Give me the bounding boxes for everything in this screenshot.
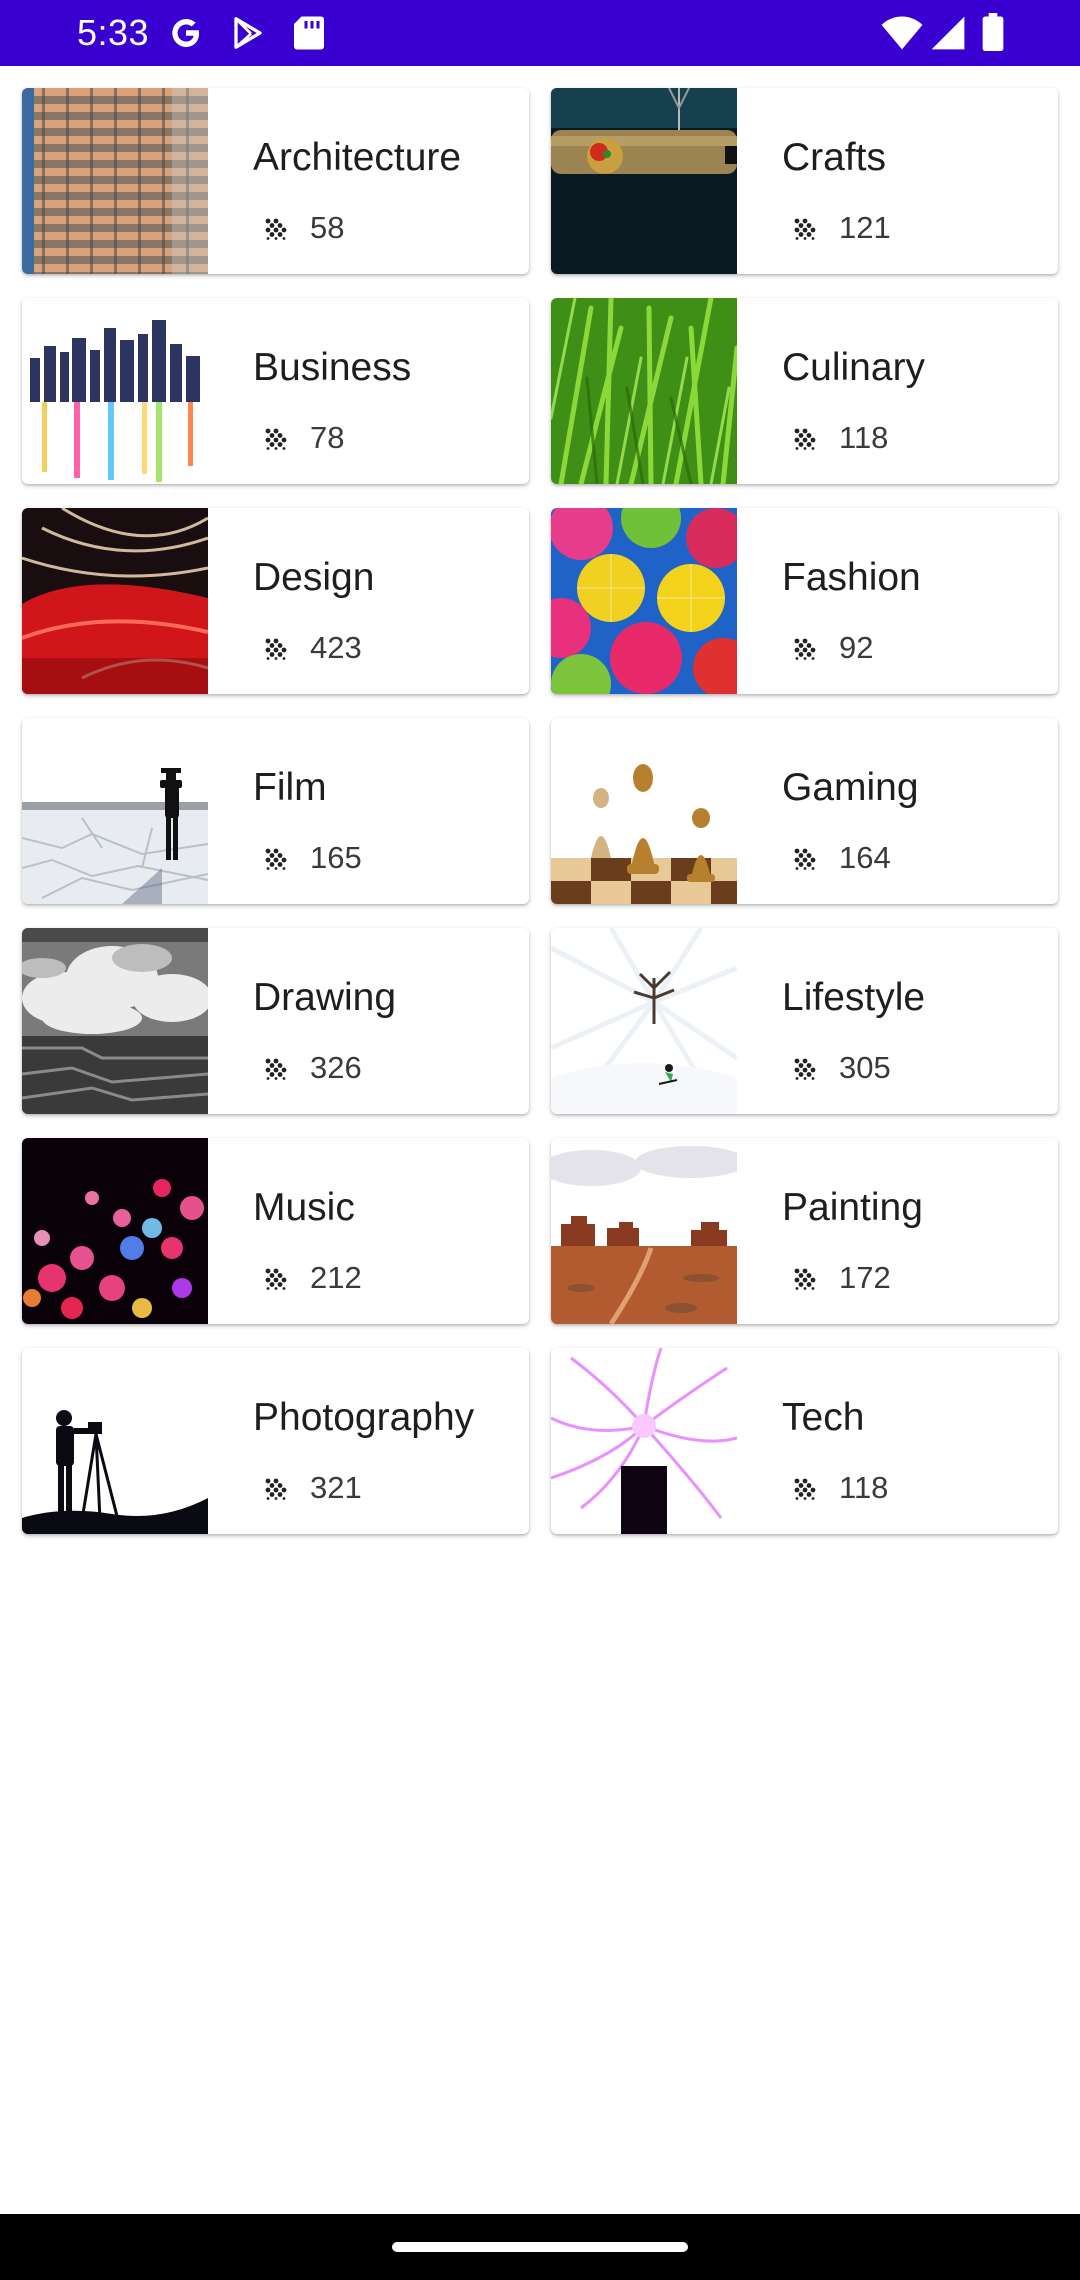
topic-count: 118 [839,1470,889,1505]
topic-count: 118 [839,420,889,455]
grain-icon [265,848,287,875]
topic-card-drawing[interactable]: Drawing 326 [22,928,529,1114]
grain-icon [794,1268,816,1295]
topic-title: Drawing [253,976,397,1019]
wifi-icon [880,15,924,56]
cellular-signal-icon [930,15,966,56]
topic-count: 78 [310,420,345,455]
topic-card-design[interactable]: Design 423 [22,508,529,694]
topic-count: 172 [839,1260,891,1295]
topic-title: Business [253,346,412,389]
topic-thumbnail [22,508,208,694]
topic-thumbnail [22,1348,208,1534]
topic-count: 423 [310,630,362,665]
grain-icon [794,428,816,455]
topic-title: Fashion [782,556,921,599]
topic-title: Design [253,556,375,599]
grain-icon [265,638,287,665]
topic-card-film[interactable]: Film 165 [22,718,529,904]
topic-card-fashion[interactable]: Fashion 92 [551,508,1058,694]
grain-icon [265,428,287,455]
topic-thumbnail [551,928,737,1114]
grain-icon [265,1268,287,1295]
topic-card-lifestyle[interactable]: Lifestyle 305 [551,928,1058,1114]
topic-title: Tech [782,1396,865,1439]
grain-icon [794,638,816,665]
topic-card-gaming[interactable]: Gaming 164 [551,718,1058,904]
topic-title: Architecture [253,136,462,179]
topic-card-architecture[interactable]: Architecture 58 [22,88,529,274]
topic-card-photography[interactable]: Photography 321 [22,1348,529,1534]
grain-icon [794,848,816,875]
grain-icon [265,218,287,245]
topic-count: 165 [310,840,362,875]
grain-icon [265,1478,287,1505]
topic-title: Music [253,1186,355,1229]
topic-title: Photography [253,1396,475,1439]
topic-count: 92 [839,630,874,665]
topic-thumbnail [551,508,737,694]
topic-thumbnail [551,1138,737,1324]
topic-title: Crafts [782,136,887,179]
topic-count: 58 [310,210,345,245]
topic-card-painting[interactable]: Painting 172 [551,1138,1058,1324]
topic-card-tech[interactable]: Tech 118 [551,1348,1058,1534]
topic-card-business[interactable]: Business 78 [22,298,529,484]
battery-icon [982,13,1004,56]
topic-count: 121 [839,210,891,245]
topic-thumbnail [22,1138,208,1324]
status-bar: 5:33 [0,0,1080,66]
status-time: 5:33 [77,12,150,53]
navigation-bar [0,2214,1080,2280]
topic-title: Film [253,766,327,809]
topic-thumbnail [551,298,737,484]
topic-title: Lifestyle [782,976,926,1019]
topic-thumbnail [22,718,208,904]
topic-thumbnail [22,928,208,1114]
topic-title: Gaming [782,766,919,809]
topic-thumbnail [551,1348,737,1534]
topic-count: 321 [310,1470,362,1505]
topic-title: Culinary [782,346,926,389]
grain-icon [794,1478,816,1505]
topic-thumbnail [551,88,737,274]
topic-count: 164 [839,840,891,875]
topic-card-culinary[interactable]: Culinary 118 [551,298,1058,484]
topic-card-crafts[interactable]: Crafts 121 [551,88,1058,274]
grain-icon [794,1058,816,1085]
google-g-icon [168,15,204,56]
sd-card-icon [292,15,326,56]
topic-thumbnail [22,88,208,274]
grain-icon [265,1058,287,1085]
topic-thumbnail [22,298,208,484]
grain-icon [794,218,816,245]
home-gesture-handle[interactable] [392,2242,688,2252]
topic-count: 212 [310,1260,362,1295]
topic-card-music[interactable]: Music 212 [22,1138,529,1324]
topic-thumbnail [551,718,737,904]
topic-count: 305 [839,1050,891,1085]
topic-title: Painting [782,1186,923,1229]
topic-count: 326 [310,1050,362,1085]
play-store-icon [230,15,266,56]
